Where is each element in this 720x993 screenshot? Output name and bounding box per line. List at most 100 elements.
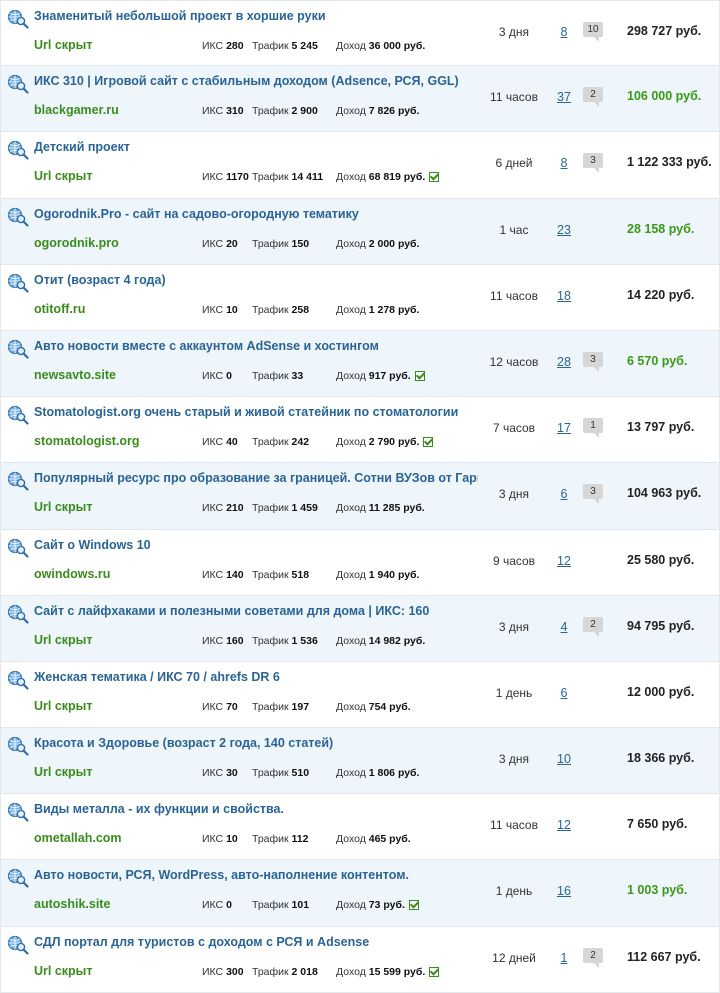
comments-count-badge[interactable]: 3	[583, 153, 603, 174]
iks-stat: ИКС 40	[202, 436, 238, 448]
listing-domain-link[interactable]: stomatologist.org	[34, 434, 140, 448]
comments-count-badge[interactable]: 2	[583, 947, 603, 968]
traffic-label: Трафик	[252, 568, 289, 581]
listing-title-link[interactable]: СДЛ портал для туристов с доходом с РСЯ …	[34, 935, 478, 949]
listing-row: Женская тематика / ИКС 70 / ahrefs DR 6 …	[0, 661, 720, 729]
income-stat: Доход 465 руб.	[336, 833, 411, 845]
listing-price: 13 797 руб.	[627, 420, 695, 435]
listing-title-link[interactable]: Авто новости, РСЯ, WordPress, авто-напол…	[34, 868, 478, 882]
traffic-label: Трафик	[252, 700, 289, 713]
iks-stat: ИКС 0	[202, 899, 232, 911]
bids-count-link[interactable]: 12	[549, 554, 579, 568]
bids-count-link[interactable]: 16	[549, 884, 579, 898]
iks-value: 30	[226, 767, 238, 780]
listing-row: Знаменитый небольшой проект в хоршие рук…	[0, 0, 720, 67]
income-label: Доход	[336, 767, 366, 780]
income-label: Доход	[336, 369, 366, 382]
listing-age: 12 часов	[489, 354, 539, 369]
traffic-value: 242	[291, 436, 310, 449]
bids-count-link[interactable]: 28	[549, 355, 579, 369]
listing-domain-link[interactable]: otitoff.ru	[34, 302, 85, 316]
iks-value: 210	[226, 502, 244, 515]
globe-search-icon	[7, 74, 29, 94]
listing-title-link[interactable]: Отит (возраст 4 года)	[34, 273, 478, 287]
bids-count-link[interactable]: 1	[549, 951, 579, 965]
iks-value: 10	[226, 833, 238, 846]
income-stat: Доход 36 000 руб.	[336, 40, 425, 52]
listing-domain-link[interactable]: ometallah.com	[34, 831, 122, 845]
globe-search-icon	[7, 868, 29, 889]
listing-title-link[interactable]: Авто новости вместе с аккаунтом AdSense …	[34, 339, 478, 353]
bids-count-link[interactable]: 12	[549, 818, 579, 832]
traffic-value: 510	[291, 767, 310, 780]
comments-count-badge[interactable]: 3	[583, 351, 603, 372]
listing-domain-link[interactable]: Url скрыт	[34, 699, 92, 713]
comments-count-badge[interactable]: 1	[583, 418, 603, 439]
bids-count-link[interactable]: 8	[549, 25, 579, 39]
verified-check-icon	[423, 437, 434, 448]
listing-domain-link[interactable]: blackgamer.ru	[34, 103, 119, 117]
listing-row: Сайт с лайфхаками и полезными советами д…	[0, 595, 720, 662]
iks-stat: ИКС 70	[202, 701, 238, 713]
bids-count-link[interactable]: 10	[549, 752, 579, 766]
globe-search-icon	[7, 670, 29, 690]
listing-title-link[interactable]: Знаменитый небольшой проект в хоршие рук…	[34, 9, 478, 23]
listing-domain-link[interactable]: newsavto.site	[34, 368, 116, 382]
listing-title-link[interactable]: Популярный ресурс про образование за гра…	[34, 471, 478, 485]
income-value: 36 000 руб.	[368, 40, 426, 52]
listing-title-link[interactable]: Красота и Здоровье (возраст 2 года, 140 …	[34, 736, 478, 750]
listing-price: 6 570 руб.	[627, 353, 688, 368]
iks-stat: ИКС 310	[202, 105, 244, 117]
iks-stat: ИКС 0	[202, 370, 232, 382]
bids-count-link[interactable]: 6	[549, 686, 579, 700]
income-label: Доход	[336, 171, 366, 184]
income-label: Доход	[336, 700, 366, 713]
iks-stat: ИКС 210	[202, 502, 244, 514]
traffic-value: 1 459	[291, 502, 318, 515]
listing-domain-link[interactable]: Url скрыт	[34, 765, 92, 779]
income-label: Доход	[336, 436, 366, 449]
iks-value: 1170	[226, 171, 249, 184]
bids-count-link[interactable]: 6	[549, 487, 579, 501]
listing-domain-link[interactable]: Url скрыт	[34, 964, 92, 978]
listing-domain-link[interactable]: Url скрыт	[34, 38, 92, 52]
traffic-label: Трафик	[252, 502, 289, 515]
listing-title-link[interactable]: Виды металла - их функции и свойства.	[34, 802, 478, 816]
iks-label: ИКС	[202, 237, 224, 250]
traffic-label: Трафик	[252, 369, 289, 382]
comments-count-badge[interactable]: 2	[583, 616, 603, 637]
globe-search-icon	[7, 736, 29, 756]
globe-search-icon	[7, 604, 29, 624]
globe-search-icon	[7, 802, 29, 822]
listing-domain-link[interactable]: owindows.ru	[34, 567, 110, 581]
listing-title-link[interactable]: Сайт о Windows 10	[34, 538, 478, 552]
listing-title-link[interactable]: Ogorodnik.Pro - сайт на садово-огородную…	[34, 207, 478, 221]
traffic-label: Трафик	[252, 634, 289, 647]
bids-count-link[interactable]: 18	[549, 289, 579, 303]
listing-title-link[interactable]: ИКС 310 | Игровой сайт с стабильным дохо…	[34, 74, 478, 88]
traffic-value: 33	[291, 369, 304, 382]
traffic-label: Трафик	[252, 833, 289, 846]
listing-title-link[interactable]: Женская тематика / ИКС 70 / ahrefs DR 6	[34, 670, 478, 684]
comments-count-badge[interactable]: 10	[583, 22, 603, 42]
bids-count-link[interactable]: 17	[549, 421, 579, 435]
comments-count-badge[interactable]: 3	[583, 484, 603, 505]
income-value: 73 руб.	[368, 899, 405, 912]
listing-domain-link[interactable]: Url скрыт	[34, 169, 92, 183]
traffic-stat: Трафик 1 536	[252, 635, 318, 647]
bids-count-link[interactable]: 8	[549, 156, 579, 170]
iks-stat: ИКС 20	[202, 238, 238, 250]
comments-count-badge[interactable]: 2	[583, 87, 603, 108]
listing-title-link[interactable]: Детский проект	[34, 140, 478, 154]
bids-count-link[interactable]: 37	[549, 90, 579, 104]
listing-title-link[interactable]: Сайт с лайфхаками и полезными советами д…	[34, 604, 478, 618]
listing-title-link[interactable]: Stomatologist.org очень старый и живой с…	[34, 405, 478, 419]
income-value: 2 000 руб.	[368, 237, 420, 250]
bids-count-link[interactable]: 23	[549, 223, 579, 237]
listing-domain-link[interactable]: ogorodnik.pro	[34, 236, 119, 250]
listing-domain-link[interactable]: Url скрыт	[34, 500, 92, 514]
bids-count-link[interactable]: 4	[549, 620, 579, 634]
iks-stat: ИКС 10	[202, 304, 238, 316]
listing-domain-link[interactable]: autoshik.site	[34, 897, 110, 911]
listing-domain-link[interactable]: Url скрыт	[34, 633, 92, 647]
